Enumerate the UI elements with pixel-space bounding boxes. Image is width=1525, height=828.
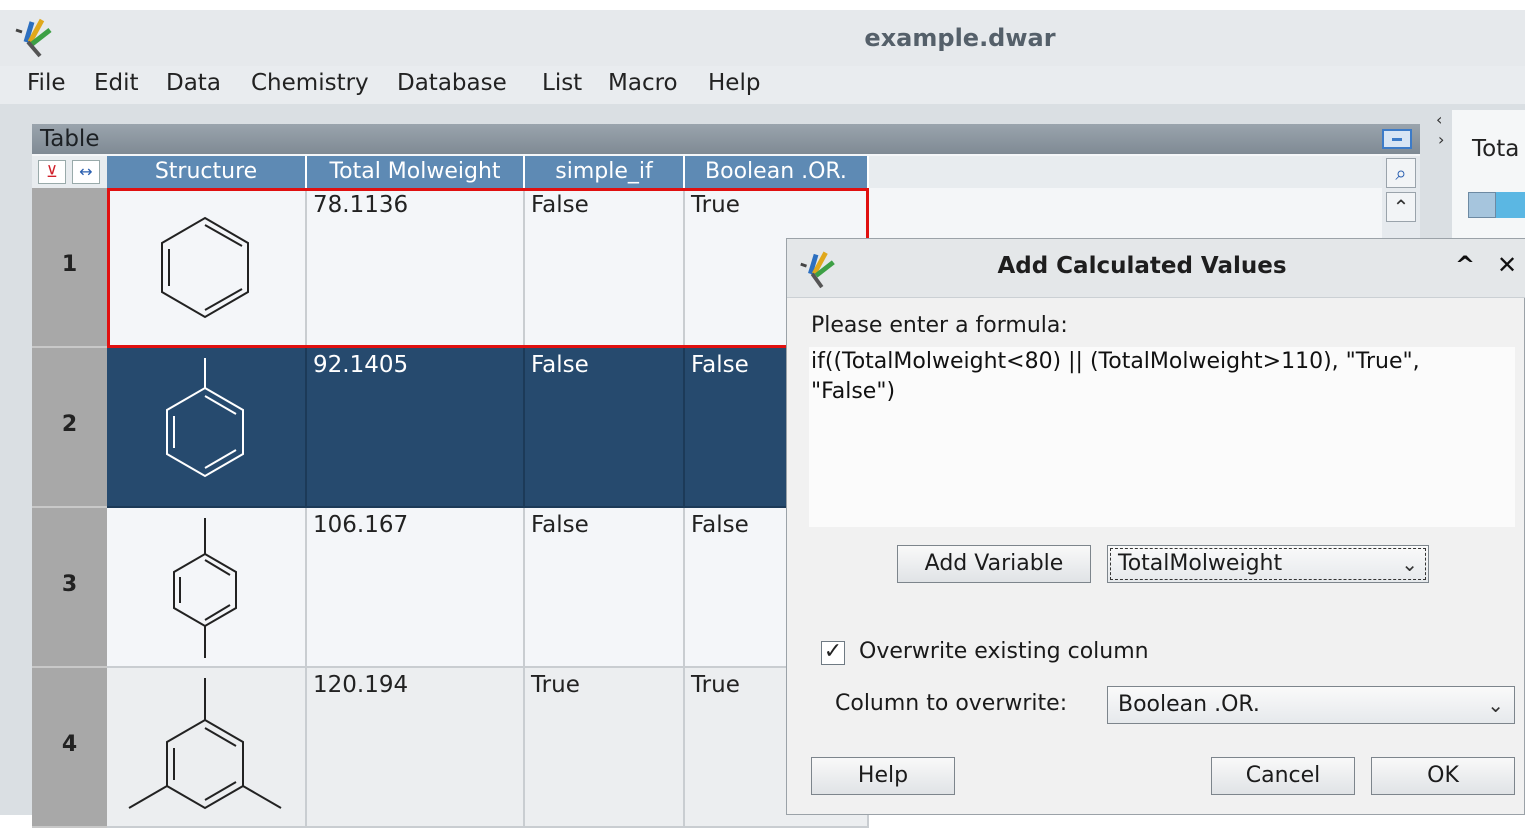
column-select-value: Boolean .OR. xyxy=(1118,692,1260,717)
mesitylene-structure-icon xyxy=(128,678,282,810)
row-header[interactable]: 4 xyxy=(32,668,107,828)
add-calculated-values-dialog: Add Calculated Values ^ ✕ Please enter a… xyxy=(786,238,1525,815)
formula-input[interactable]: if((TotalMolweight<80) || (TotalMolweigh… xyxy=(809,347,1515,527)
overwrite-label: Overwrite existing column xyxy=(859,639,1149,664)
column-header-simple-if[interactable]: simple_if xyxy=(525,156,685,188)
search-icon[interactable]: ⌕ xyxy=(1386,158,1416,188)
formula-label: Please enter a formula: xyxy=(811,313,1068,338)
column-to-overwrite-label: Column to overwrite: xyxy=(835,691,1068,716)
row-header[interactable]: 3 xyxy=(32,508,107,668)
menu-edit[interactable]: Edit xyxy=(94,70,139,96)
structure-cell[interactable] xyxy=(107,348,307,508)
ok-button[interactable]: OK xyxy=(1371,757,1515,795)
resize-columns-icon[interactable]: ↔ xyxy=(72,160,100,184)
simple-if-cell[interactable]: False xyxy=(525,508,685,668)
window-title: example.dwar xyxy=(864,24,1056,52)
molweight-cell[interactable]: 106.167 xyxy=(307,508,525,668)
column-header-boolean-or[interactable]: Boolean .OR. xyxy=(685,156,869,188)
table-title: Table xyxy=(40,126,100,152)
close-icon[interactable]: ✕ xyxy=(1497,251,1517,279)
simple-if-cell[interactable]: False xyxy=(525,188,685,348)
cancel-button[interactable]: Cancel xyxy=(1211,757,1355,795)
column-header-total-molweight[interactable]: Total Molweight xyxy=(307,156,525,188)
dialog-titlebar: Add Calculated Values ^ ✕ xyxy=(787,239,1525,298)
maximize-panel-icon[interactable] xyxy=(1382,129,1412,149)
dialog-title: Add Calculated Values xyxy=(997,253,1287,279)
overwrite-checkbox[interactable]: ✓ xyxy=(821,641,845,665)
row-header[interactable]: 2 xyxy=(32,348,107,508)
variable-select-value: TotalMolweight xyxy=(1118,551,1283,576)
toluene-structure-icon xyxy=(166,358,244,478)
help-button[interactable]: Help xyxy=(811,757,955,795)
molweight-cell[interactable]: 78.1136 xyxy=(307,188,525,348)
chevron-down-icon: ⌄ xyxy=(1401,552,1418,576)
column-header-row: ⊻ ↔ Structure Total Molweight simple_if … xyxy=(32,156,1420,188)
menu-list[interactable]: List xyxy=(542,70,582,96)
column-select[interactable]: Boolean .OR. ⌄ xyxy=(1107,686,1515,724)
jump-to-row-icon[interactable]: ⊻ xyxy=(38,160,66,184)
column-header-structure[interactable]: Structure xyxy=(107,156,307,188)
collapse-left-icon[interactable]: ‹ xyxy=(1436,110,1442,129)
menu-macro[interactable]: Macro xyxy=(608,70,678,96)
simple-if-cell[interactable]: True xyxy=(525,668,685,828)
menu-file[interactable]: File xyxy=(27,70,66,96)
range-slider-handle[interactable] xyxy=(1468,192,1496,218)
chevron-down-icon: ⌄ xyxy=(1487,693,1504,717)
variable-select[interactable]: TotalMolweight ⌄ xyxy=(1107,545,1429,583)
menu-help[interactable]: Help xyxy=(708,70,760,96)
menu-bar: File Edit Data Chemistry Database List M… xyxy=(0,66,1525,104)
menu-database[interactable]: Database xyxy=(397,70,507,96)
structure-cell[interactable] xyxy=(107,508,307,668)
table-panel-title: Table xyxy=(32,124,1420,154)
filter-label: Tota xyxy=(1472,136,1520,162)
molweight-cell[interactable]: 120.194 xyxy=(307,668,525,828)
molweight-cell[interactable]: 92.1405 xyxy=(307,348,525,508)
p-xylene-structure-icon xyxy=(173,518,237,658)
structure-cell[interactable] xyxy=(107,188,307,348)
scroll-up-icon[interactable]: ⌃ xyxy=(1386,192,1416,222)
collapse-right-icon[interactable]: › xyxy=(1438,130,1444,149)
add-variable-button[interactable]: Add Variable xyxy=(897,545,1091,583)
simple-if-cell[interactable]: False xyxy=(525,348,685,508)
benzene-structure-icon xyxy=(161,216,249,319)
window-titlebar: example.dwar xyxy=(0,10,1525,66)
menu-chemistry[interactable]: Chemistry xyxy=(251,70,369,96)
row-header[interactable]: 1 xyxy=(32,188,107,348)
menu-data[interactable]: Data xyxy=(166,70,221,96)
minimize-icon[interactable]: ^ xyxy=(1455,251,1475,279)
structure-cell[interactable] xyxy=(107,668,307,828)
